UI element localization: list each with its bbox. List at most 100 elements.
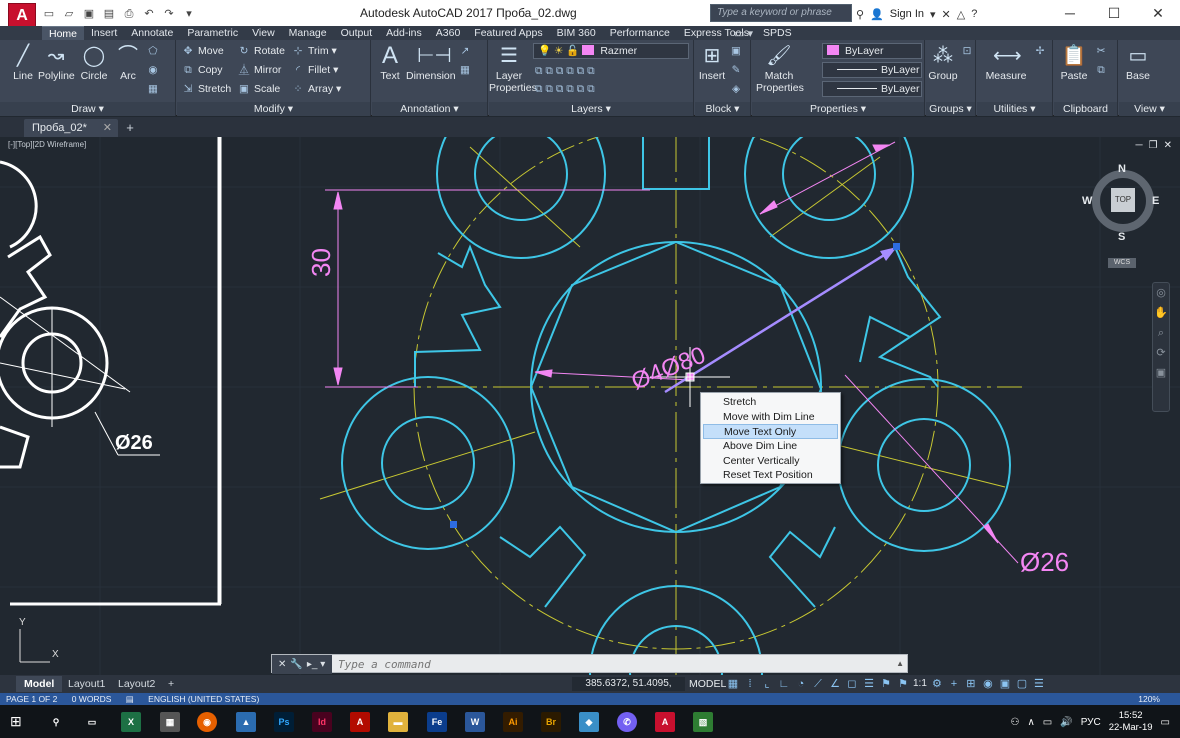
block-attribute-icon[interactable]: ◈ <box>729 80 746 98</box>
tab-layout2[interactable]: Layout2 <box>110 676 163 692</box>
boundary-icon[interactable]: ▦ <box>146 80 163 98</box>
cut-icon[interactable]: ✂ <box>1094 42 1111 60</box>
isolate-objects-icon[interactable]: ◉ <box>981 677 995 691</box>
acrobat-icon[interactable]: A <box>350 712 370 732</box>
clock[interactable]: 15:52 22-Mar-19 <box>1109 710 1153 734</box>
clean-screen-icon[interactable]: ▢ <box>1015 677 1029 691</box>
user-icon[interactable]: 👤 <box>870 8 884 21</box>
arc-button[interactable]: ⌒ Arc <box>114 44 142 82</box>
tab-home[interactable]: Home <box>42 26 85 40</box>
text-button[interactable]: A Text <box>376 44 404 83</box>
array-button[interactable]: ⁘ Array ▾ <box>291 80 342 98</box>
lineweight-icon[interactable]: ☰ <box>862 677 876 691</box>
group-button[interactable]: ⁂ Group <box>928 44 958 82</box>
dimension-button[interactable]: ⊢⊣ Dimension <box>406 44 456 82</box>
save-icon[interactable]: ▣ <box>80 5 98 23</box>
annotation-visibility-icon[interactable]: ⚑ <box>879 677 893 691</box>
document-tab[interactable]: Проба_02* ✕ <box>24 119 118 137</box>
viewport-controls-label[interactable]: [-][Top][2D Wireframe] <box>8 140 86 149</box>
compass-north[interactable]: N <box>1118 163 1126 175</box>
circle-button[interactable]: ◯ Circle <box>78 44 110 82</box>
ribbon-minimize-icon[interactable]: ▭ ▾ <box>734 27 753 40</box>
annotation-scale[interactable]: 1:1 <box>913 677 927 691</box>
plot-icon[interactable]: ⎙ <box>120 5 138 23</box>
orbit-icon[interactable]: ⟳ <box>1153 343 1169 363</box>
units-icon[interactable]: ⊞ <box>964 677 978 691</box>
panel-block-title[interactable]: Block ▾ <box>695 102 750 116</box>
rotate-button[interactable]: ↻ Rotate <box>237 42 285 60</box>
close-tab-icon[interactable]: ✕ <box>103 119 112 137</box>
snap-icon[interactable]: ⁞ <box>743 677 757 691</box>
viewport-minimize-icon[interactable]: ─ <box>1136 140 1143 151</box>
ortho-icon[interactable]: ∟ <box>777 677 791 691</box>
measure-button[interactable]: ⟷ Measure <box>981 44 1031 82</box>
add-layout-button[interactable]: + <box>160 676 182 692</box>
isodraft-icon[interactable]: ⟋ <box>811 677 825 691</box>
match-properties-button[interactable]: 🖌 Match Properties <box>756 44 804 94</box>
wcs-menu[interactable]: WCS <box>1108 258 1136 268</box>
tab-add-ins[interactable]: Add-ins <box>379 26 429 40</box>
task-view-icon[interactable]: ▭ <box>82 712 102 732</box>
rectangle-icon[interactable]: ⬠ <box>146 42 163 60</box>
viewcube[interactable]: TOP N S E W <box>1082 163 1160 243</box>
undo-icon[interactable]: ↶ <box>140 5 158 23</box>
fillet-button[interactable]: ◜ Fillet ▾ <box>291 61 338 79</box>
zoom-percent[interactable]: 120% <box>1138 693 1160 705</box>
save-as-icon[interactable]: ▤ <box>100 5 118 23</box>
customize-wrench-icon[interactable]: 🔧 <box>290 659 302 670</box>
showmotion-icon[interactable]: ▣ <box>1153 363 1169 383</box>
fe-app-icon[interactable]: Fe <box>427 712 447 732</box>
excel-icon[interactable]: X <box>121 712 141 732</box>
scale-button[interactable]: ▣ Scale <box>237 80 280 98</box>
file-explorer-icon[interactable]: ▬ <box>388 712 408 732</box>
auto-scale-icon[interactable]: ⚑ <box>896 677 910 691</box>
panel-modify-title[interactable]: Modify ▾ <box>177 102 370 116</box>
polar-icon[interactable]: ◔ <box>794 677 808 691</box>
illustrator-icon[interactable]: Ai <box>503 712 523 732</box>
menu-move-text-only[interactable]: Move Text Only <box>703 424 838 440</box>
tray-chevron-icon[interactable]: ∧ <box>1027 717 1034 728</box>
firefox-icon[interactable]: ◉ <box>197 712 217 732</box>
qat-dropdown-icon[interactable]: ▾ <box>180 5 198 23</box>
object-snap-icon[interactable]: ◻ <box>845 677 859 691</box>
bridge-icon[interactable]: Br <box>541 712 561 732</box>
mirror-button[interactable]: ⏅ Mirror <box>237 61 282 79</box>
paste-button[interactable]: 📋 Paste <box>1058 44 1090 82</box>
menu-above-dim-line[interactable]: Above Dim Line <box>701 439 840 454</box>
tab-parametric[interactable]: Parametric <box>180 26 245 40</box>
close-command-line-icon[interactable]: ✕ <box>278 659 286 670</box>
line-button[interactable]: ╱ Line <box>8 44 38 82</box>
binoculars-icon[interactable]: ⚲ <box>856 8 864 21</box>
indesign-icon[interactable]: Id <box>312 712 332 732</box>
point-icon[interactable]: ✢ <box>1033 42 1050 60</box>
panel-layers-title[interactable]: Layers ▾ <box>489 102 693 116</box>
proofing-icon[interactable]: ▤ <box>126 694 134 704</box>
base-view-button[interactable]: ▭ Base <box>1123 44 1153 82</box>
insert-block-button[interactable]: ⊞ Insert <box>697 44 727 82</box>
grid-icon[interactable]: ▦ <box>726 677 740 691</box>
help-icon[interactable]: ? <box>971 8 977 20</box>
application-menu-button[interactable]: A <box>8 3 36 27</box>
open-file-icon[interactable]: ▱ <box>60 5 78 23</box>
exchange-apps-icon[interactable]: ✕ <box>942 8 951 21</box>
object-snap-tracking-icon[interactable]: ∠ <box>828 677 842 691</box>
layer-dropdown[interactable]: 💡 ☀ 🔓 Razmer <box>533 43 689 59</box>
viber-icon[interactable]: ✆ <box>617 712 637 732</box>
tab-performance[interactable]: Performance <box>603 26 677 40</box>
panel-groups-title[interactable]: Groups ▾ <box>926 102 975 116</box>
table-icon[interactable]: ▦ <box>458 61 475 79</box>
pan-icon[interactable]: ✋ <box>1153 303 1169 323</box>
sign-in-button[interactable]: Sign In <box>890 8 924 20</box>
desktop-app-icon[interactable]: ▲ <box>236 712 256 732</box>
panel-clipboard-title[interactable]: Clipboard <box>1054 102 1117 116</box>
lineweight-dropdown[interactable]: ByLayer <box>822 81 922 97</box>
steering-wheel-icon[interactable]: ◎ <box>1153 283 1169 303</box>
color-dropdown[interactable]: ByLayer <box>822 43 922 59</box>
recent-commands-icon[interactable]: ▸_ ▾ <box>307 659 325 670</box>
autodesk-a360-icon[interactable]: △ <box>957 8 965 21</box>
dimension-text-diameter-26-right[interactable]: Ø26 <box>1020 547 1069 578</box>
tab-output[interactable]: Output <box>334 26 380 40</box>
leader-icon[interactable]: ↗ <box>458 42 475 60</box>
hatch-icon[interactable]: ◉ <box>146 61 163 79</box>
layer-tools-row2[interactable]: ⧉ ⧉ ⧉ ⧉ ⧉ ⧉ <box>535 80 595 98</box>
